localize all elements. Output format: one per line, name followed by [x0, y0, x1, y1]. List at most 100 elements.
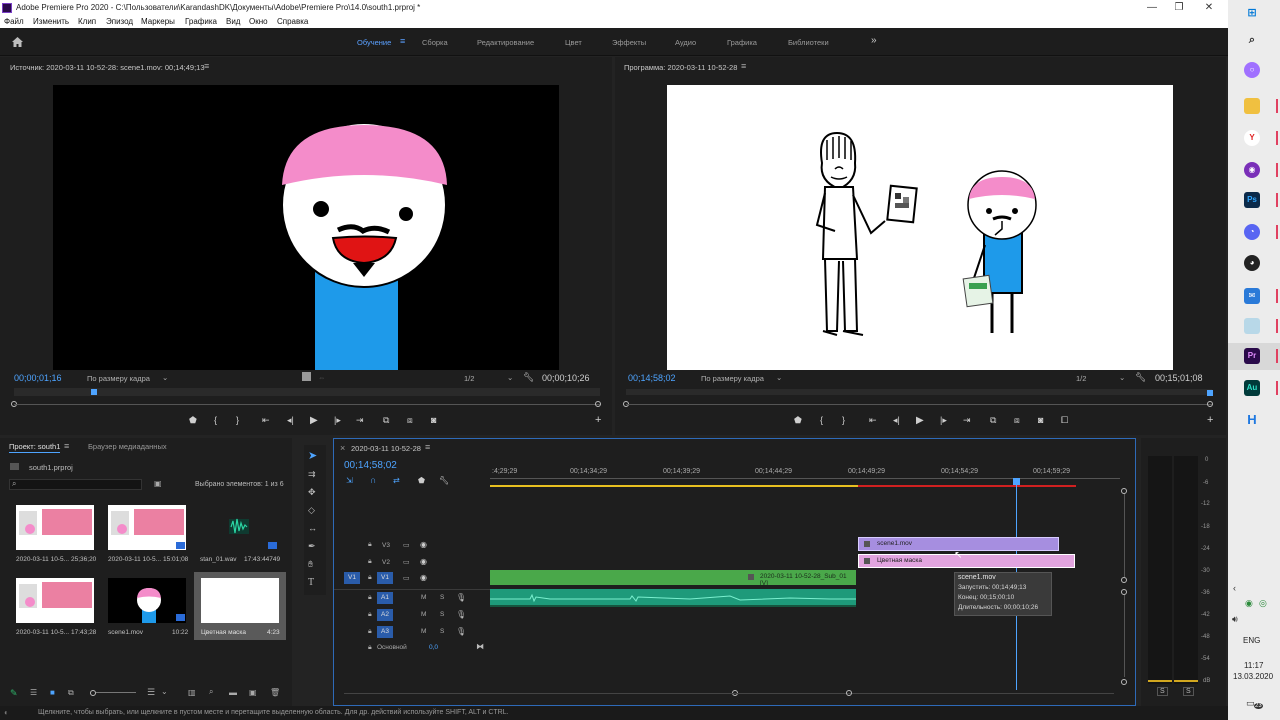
- zoom-slider-track[interactable]: [96, 692, 136, 693]
- audio-scrollbar[interactable]: [1124, 595, 1125, 677]
- menu-edit[interactable]: Изменить: [33, 17, 69, 26]
- go-to-out-icon[interactable]: ⇥: [963, 415, 971, 426]
- microphone-icon[interactable]: 🎙︎: [456, 593, 466, 602]
- tray-date[interactable]: 13.03.2020: [1233, 672, 1273, 681]
- program-timecode-current[interactable]: 00;14;58;02: [628, 373, 676, 383]
- video-scrollbar[interactable]: [1124, 494, 1125, 577]
- tray-app-icon[interactable]: ◎: [1259, 598, 1267, 609]
- sort-icon[interactable]: ☰: [147, 687, 155, 698]
- mail-icon[interactable]: ✉: [1244, 288, 1260, 304]
- folder-icon[interactable]: [1244, 98, 1260, 114]
- project-menu-icon[interactable]: ≡: [64, 441, 69, 451]
- menu-help[interactable]: Справка: [277, 17, 308, 26]
- solo-right-button[interactable]: S: [1183, 687, 1194, 696]
- tab-libraries[interactable]: Библиотеки: [788, 38, 829, 47]
- find-icon[interactable]: ⌕: [209, 687, 213, 697]
- source-timecode-current[interactable]: 00;00;01;16: [14, 373, 62, 383]
- trash-icon[interactable]: 🗑︎: [270, 688, 280, 697]
- selection-tool-icon[interactable]: ➤: [308, 449, 317, 462]
- timeline-playhead-timecode[interactable]: 00;14;58;02: [344, 460, 397, 471]
- premiere-icon[interactable]: Pr: [1244, 348, 1260, 364]
- search-icon[interactable]: ⌕: [1244, 32, 1260, 48]
- menu-file[interactable]: Файл: [4, 17, 24, 26]
- project-item-thumb[interactable]: [108, 505, 186, 550]
- step-forward-icon[interactable]: |▸: [334, 415, 341, 426]
- menu-graphics[interactable]: Графика: [185, 17, 217, 26]
- export-frame-icon[interactable]: ⇔: [318, 373, 326, 382]
- icon-view-icon[interactable]: ■: [50, 688, 55, 697]
- track-label-a1[interactable]: A1: [377, 592, 393, 604]
- new-bin-icon[interactable]: ▬: [229, 688, 237, 697]
- snap-icon[interactable]: ∩: [370, 475, 376, 485]
- solo-left-button[interactable]: S: [1157, 687, 1168, 696]
- track-label-a2[interactable]: A2: [377, 609, 393, 621]
- step-back-icon[interactable]: ◂|: [287, 415, 294, 426]
- camera-icon[interactable]: ◙: [1038, 415, 1043, 425]
- discord-icon[interactable]: ◔: [1244, 224, 1260, 240]
- add-button-icon[interactable]: +: [595, 414, 601, 426]
- source-resolution-dropdown[interactable]: 1/2: [464, 374, 474, 383]
- mute-button[interactable]: M: [421, 611, 426, 618]
- program-zoom-right-handle[interactable]: [1207, 401, 1213, 407]
- lock-icon[interactable]: 🔒︎: [368, 558, 372, 566]
- tab-color[interactable]: Цвет: [565, 38, 582, 47]
- type-tool-icon[interactable]: T: [308, 577, 314, 588]
- program-resolution-dropdown[interactable]: 1/2: [1076, 374, 1086, 383]
- microphone-icon[interactable]: 🎙︎: [456, 627, 466, 636]
- hand-tool-icon[interactable]: ✋︎: [308, 559, 313, 570]
- program-header[interactable]: Программа: 2020-03-11 10-52-28: [624, 63, 737, 72]
- source-zoom-right-handle[interactable]: [595, 401, 601, 407]
- home-icon[interactable]: [11, 36, 24, 48]
- chevron-down-icon[interactable]: ⌄: [1119, 373, 1125, 382]
- clip-v2[interactable]: Цветная маска: [858, 554, 1075, 568]
- add-marker-icon[interactable]: ⬟: [189, 415, 197, 426]
- add-marker-icon[interactable]: ⬟: [418, 476, 425, 485]
- tray-app-icon[interactable]: ◉: [1245, 598, 1253, 609]
- chevron-down-icon[interactable]: ⌄: [161, 687, 168, 696]
- chevron-down-icon[interactable]: ⌄: [162, 373, 168, 382]
- step-back-icon[interactable]: ◂|: [893, 415, 900, 426]
- lock-icon[interactable]: 🔒︎: [368, 574, 372, 582]
- cortana-icon[interactable]: ○: [1244, 62, 1260, 78]
- menu-sequence[interactable]: Эпизод: [106, 17, 133, 26]
- eye-icon[interactable]: ◉: [420, 573, 427, 582]
- step-forward-icon[interactable]: |▸: [940, 415, 947, 426]
- source-playhead[interactable]: [91, 389, 97, 395]
- timeline-zoom-track[interactable]: [344, 693, 1114, 694]
- sync-lock-icon[interactable]: ▭: [403, 541, 410, 549]
- source-fit-dropdown[interactable]: По размеру кадра: [87, 374, 150, 383]
- workspace-menu-icon[interactable]: ≡: [400, 36, 405, 46]
- play-icon[interactable]: ▶: [916, 415, 924, 426]
- volume-icon[interactable]: 🔊︎: [1232, 614, 1238, 625]
- mark-out-icon[interactable]: }: [842, 415, 845, 425]
- video-scroll-bottom[interactable]: [1121, 577, 1127, 583]
- solo-button[interactable]: S: [440, 594, 444, 601]
- lock-icon[interactable]: 🔒︎: [368, 594, 372, 602]
- add-button-icon[interactable]: +: [1207, 414, 1213, 426]
- audition-icon[interactable]: Au: [1244, 380, 1260, 396]
- extract-icon[interactable]: ⧈: [1014, 415, 1020, 426]
- tab-graphics[interactable]: Графика: [727, 38, 757, 47]
- wrench-icon[interactable]: 🔧︎: [523, 372, 534, 383]
- timeline-menu-icon[interactable]: ≡: [425, 442, 430, 452]
- pen-tool-icon[interactable]: ✒: [308, 541, 316, 552]
- timeline-zoom-right-handle[interactable]: [846, 690, 852, 696]
- list-view-icon[interactable]: ☰: [30, 688, 37, 697]
- automate-icon[interactable]: ▥: [188, 688, 196, 697]
- linked-selection-icon[interactable]: ⇄: [393, 476, 400, 485]
- clip-v1[interactable]: 2020-03-11 10-52-28_Sub_01 [V]: [490, 570, 856, 587]
- tab-media-browser[interactable]: Браузер медиаданных: [88, 442, 167, 451]
- close-button[interactable]: ✕: [1194, 0, 1224, 16]
- insert-icon[interactable]: ⧉: [383, 415, 389, 426]
- slip-tool-icon[interactable]: ↔: [308, 523, 317, 533]
- project-item-thumb[interactable]: [201, 578, 279, 623]
- tray-language[interactable]: ENG: [1243, 636, 1260, 645]
- sync-lock-icon[interactable]: ▭: [403, 574, 410, 582]
- source-zoom-bar[interactable]: [14, 404, 600, 405]
- project-item-thumb[interactable]: [200, 505, 278, 550]
- track-label-v1[interactable]: V1: [377, 572, 393, 584]
- go-to-out-icon[interactable]: ⇥: [356, 415, 364, 426]
- yandex-icon[interactable]: Y: [1244, 130, 1260, 146]
- freeform-view-icon[interactable]: ⧉: [68, 688, 74, 698]
- source-scrub-bar[interactable]: [14, 388, 600, 396]
